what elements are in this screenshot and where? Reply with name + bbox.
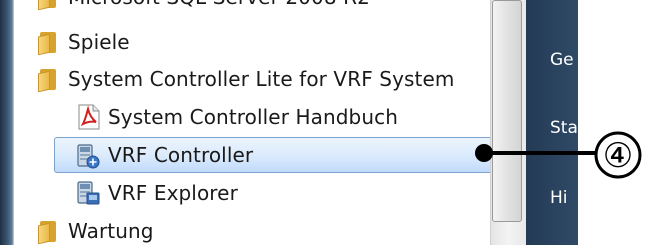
menu-item-wartung[interactable]: Wartung xyxy=(14,213,490,245)
vrf-controller-icon xyxy=(77,144,100,169)
menu-item-vrf-controller[interactable]: VRF Controller xyxy=(54,137,500,173)
menu-item-label: Wartung xyxy=(68,219,154,243)
folder-icon xyxy=(38,30,58,56)
menu-item-label: Microsoft SQL Server 2008 R2 xyxy=(68,0,370,9)
scrollbar-thumb[interactable] xyxy=(492,0,522,222)
right-panel-item[interactable]: Hi xyxy=(550,188,568,208)
menu-item-label: VRF Explorer xyxy=(108,181,238,205)
folder-icon xyxy=(38,219,58,245)
menu-item-label: System Controller Lite for VRF System xyxy=(68,67,455,91)
right-panel-item[interactable]: Ge xyxy=(550,50,574,70)
window-frame-left xyxy=(0,0,14,245)
menu-item-spiele[interactable]: Spiele xyxy=(14,24,490,60)
menu-item-system-controller-handbuch[interactable]: System Controller Handbuch xyxy=(14,99,490,135)
menu-item-vrf-explorer[interactable]: VRF Explorer xyxy=(14,175,490,211)
menu-item-system-controller-lite-folder[interactable]: System Controller Lite for VRF System xyxy=(14,61,490,97)
menu-item-label: System Controller Handbuch xyxy=(108,105,398,129)
right-panel-item[interactable]: Sta xyxy=(550,118,578,138)
vrf-explorer-icon xyxy=(77,181,100,205)
menu-item-label: Spiele xyxy=(68,30,130,54)
pdf-icon xyxy=(78,104,100,130)
start-menu-programs-list: Microsoft SQL Server 2008 R2 Spiele Syst… xyxy=(14,0,500,245)
menu-item-microsoft-sql-server[interactable]: Microsoft SQL Server 2008 R2 xyxy=(14,0,490,15)
start-menu-right-panel: Ge Sta Hi xyxy=(526,0,578,245)
page-background xyxy=(578,0,650,245)
folder-icon xyxy=(38,0,58,11)
menu-item-label: VRF Controller xyxy=(108,143,254,167)
folder-icon xyxy=(38,67,58,93)
callout-number: ④ xyxy=(602,136,634,176)
